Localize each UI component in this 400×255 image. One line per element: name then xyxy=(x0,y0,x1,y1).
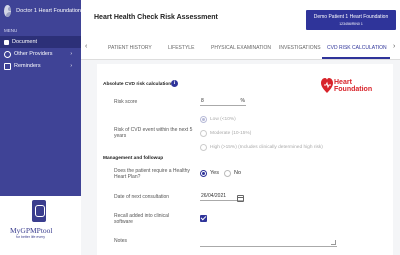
patient-name: Demo Patient 1 Heart Foundation xyxy=(313,14,389,20)
risk-score-label: Risk score xyxy=(114,99,138,105)
tabs-scroll-right-icon[interactable]: › xyxy=(393,43,395,50)
tab-bar: ‹ PATIENT HISTORY LIFESTYLE PHYSICAL EXA… xyxy=(81,37,400,60)
hf-line1: Heart xyxy=(334,79,352,86)
sidebar-item-reminders[interactable]: Reminders › xyxy=(0,60,81,72)
sidebar-nav: MENU Document Other Providers › Reminder… xyxy=(0,22,81,211)
section-risk-heading: Absolute CVD risk calculation xyxy=(103,82,172,87)
chevron-right-icon: › xyxy=(70,63,72,69)
section-management-heading: Management and followup xyxy=(103,156,164,161)
radio-high[interactable] xyxy=(200,144,207,151)
page-title: Heart Health Check Risk Assessment xyxy=(94,14,218,21)
active-tab-indicator xyxy=(322,57,390,59)
notes-textarea[interactable] xyxy=(200,236,337,247)
heart-plan-yes-radio[interactable] xyxy=(200,170,207,177)
mygpmptool-logo: MyGPMPtool for better life every xyxy=(0,196,81,255)
next-consult-value: 26/04/2021 xyxy=(201,193,227,199)
tab-investigations[interactable]: INVESTIGATIONS xyxy=(279,45,321,51)
sidebar-item-label: Other Providers xyxy=(14,51,53,57)
notes-label: Notes xyxy=(114,238,128,244)
sidebar: Doctor 1 Heart Foundation MENU Document … xyxy=(0,0,81,255)
radio-low-label: Low (<10%) xyxy=(210,117,236,122)
user-name: Doctor 1 Heart Foundation xyxy=(16,8,81,14)
document-icon xyxy=(4,39,9,45)
sidebar-item-label: Reminders xyxy=(14,63,41,69)
mygpmptool-logo-icon xyxy=(32,200,46,222)
tabs-scroll-left-icon[interactable]: ‹ xyxy=(85,43,87,50)
tab-physical-examination[interactable]: PHYSICAL EXAMINATION xyxy=(211,45,271,51)
risk-score-input[interactable]: 8 % xyxy=(200,97,246,106)
avatar xyxy=(4,5,12,17)
sidebar-item-other-providers[interactable]: Other Providers › xyxy=(0,48,81,60)
tab-patient-history[interactable]: PATIENT HISTORY xyxy=(108,45,152,51)
menu-label: MENU xyxy=(4,28,18,33)
heart-foundation-text: Heart Foundation xyxy=(334,79,372,93)
recall-checkbox[interactable] xyxy=(200,215,207,222)
logo-text: MyGPMPtool xyxy=(10,226,53,235)
info-icon[interactable]: i xyxy=(171,80,178,87)
radio-high-label: High (>15%) (Includes clinically determi… xyxy=(210,145,323,150)
heart-icon xyxy=(321,78,333,93)
heart-plan-label: Does the patient require a Healthy Heart… xyxy=(114,168,190,180)
risk-score-unit: % xyxy=(240,98,245,104)
radio-moderate[interactable] xyxy=(200,130,207,137)
heart-foundation-logo: Heart Foundation xyxy=(321,76,381,100)
risk-event-label: Risk of CVD event within the next 5 year… xyxy=(114,127,193,139)
patient-button[interactable]: Demo Patient 1 Heart Foundation 123456/R… xyxy=(306,10,396,30)
risk-score-value: 8 xyxy=(201,98,204,104)
heart-plan-no-label: No xyxy=(234,170,242,176)
next-consult-label: Date of next consultation xyxy=(114,194,170,200)
sidebar-item-document[interactable]: Document xyxy=(0,36,81,48)
reminders-icon xyxy=(4,62,11,70)
resize-handle-icon[interactable] xyxy=(331,240,336,245)
patient-id: 123456/RIN0 1 xyxy=(339,22,363,26)
providers-icon xyxy=(4,50,11,58)
recall-label: Recall added into clinical software xyxy=(114,213,170,225)
header: Heart Health Check Risk Assessment Demo … xyxy=(81,0,400,38)
tab-lifestyle[interactable]: LIFESTYLE xyxy=(168,45,194,51)
hf-line2: Foundation xyxy=(334,86,373,93)
sidebar-item-label: Document xyxy=(12,39,38,45)
chevron-right-icon: › xyxy=(70,51,72,57)
radio-low[interactable] xyxy=(200,116,207,123)
calendar-icon[interactable] xyxy=(237,195,244,202)
heart-plan-no-radio[interactable] xyxy=(224,170,231,177)
cvd-risk-form: Heart Foundation Absolute CVD risk calcu… xyxy=(97,64,393,255)
heart-plan-yes-label: Yes xyxy=(210,170,219,176)
radio-moderate-label: Moderate (10-15%) xyxy=(210,131,252,136)
logo-tagline: for better life every xyxy=(16,235,45,239)
tab-cvd-risk-calculation[interactable]: CVD RISK CALCULATION xyxy=(327,45,387,51)
sidebar-user-header[interactable]: Doctor 1 Heart Foundation xyxy=(0,0,81,22)
